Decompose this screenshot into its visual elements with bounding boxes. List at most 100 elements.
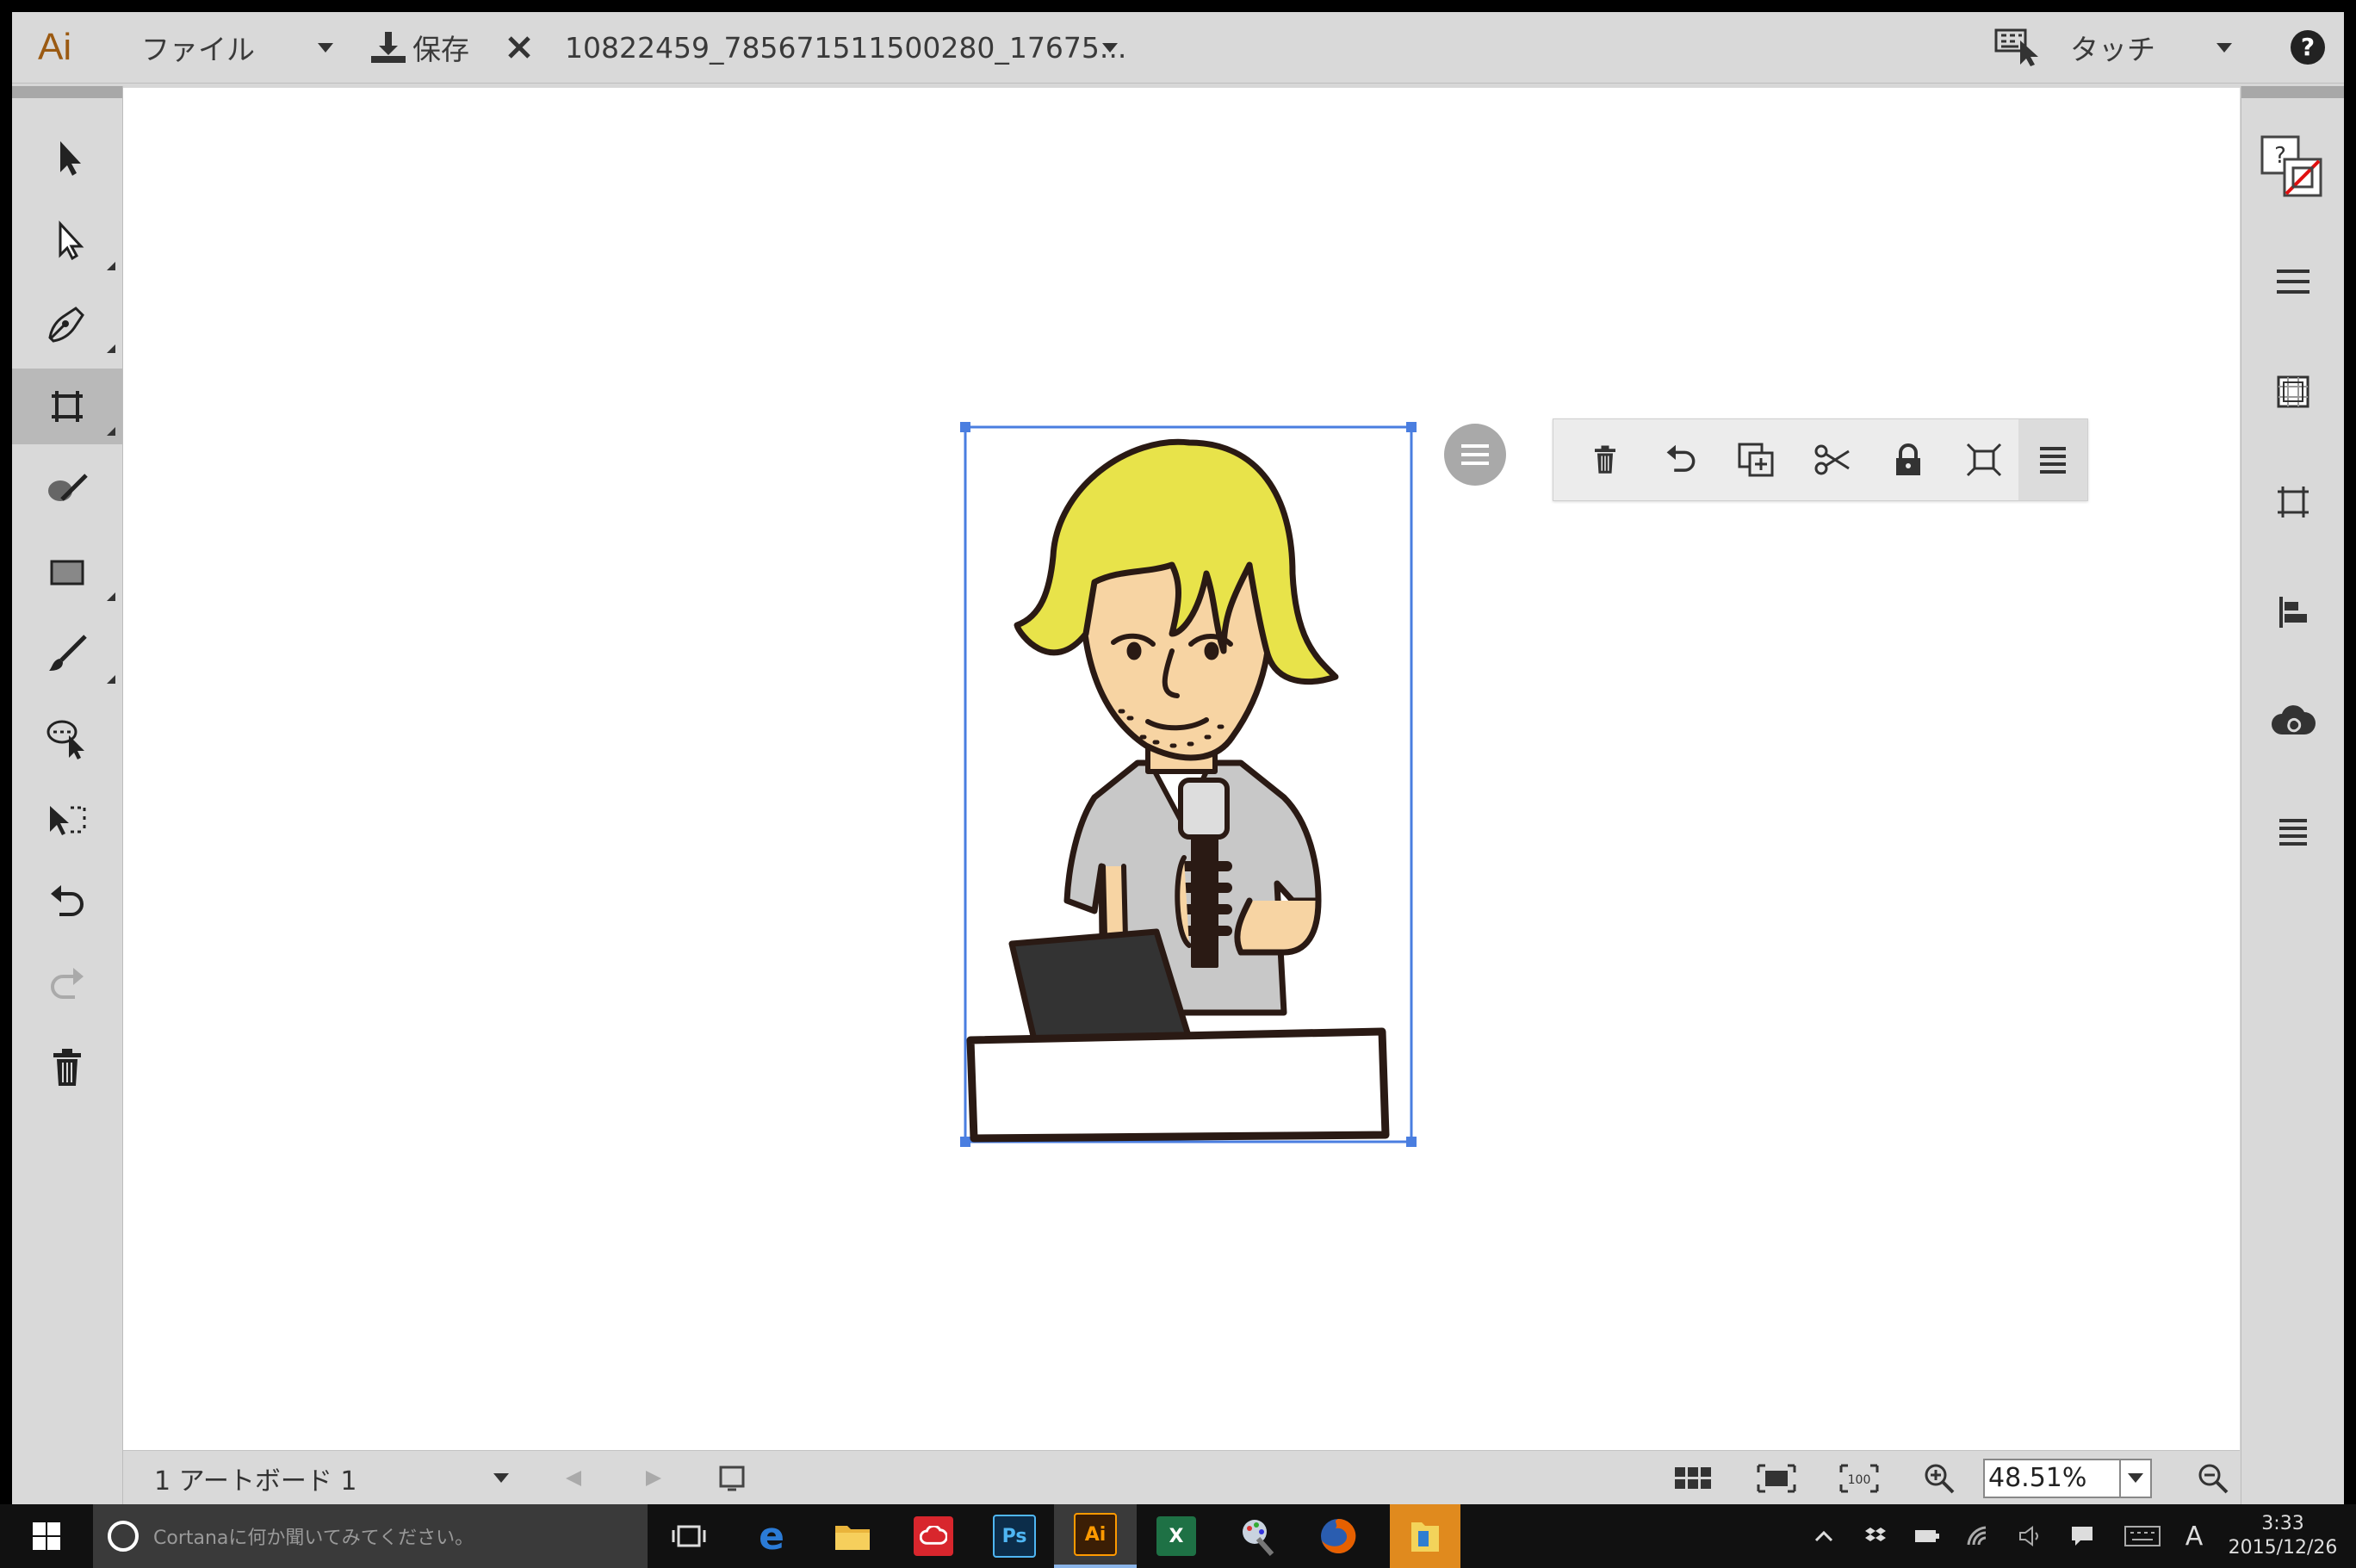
pen-tool[interactable]	[12, 286, 122, 362]
artboard-dropdown[interactable]	[493, 1451, 509, 1504]
chevron-down-icon	[318, 42, 333, 53]
tray-notifications-icon[interactable]	[2065, 1504, 2099, 1568]
menu-icon	[1461, 444, 1489, 465]
help-button[interactable]: ?	[2290, 12, 2326, 83]
context-fit-button[interactable]	[1950, 419, 2018, 500]
context-toolbar	[1553, 418, 2088, 501]
tray-overflow-button[interactable]	[1807, 1504, 1841, 1568]
layers-panel[interactable]	[2241, 785, 2344, 880]
illustrator-app-active[interactable]: Ai	[1054, 1504, 1137, 1568]
keyboard-icon	[2124, 1526, 2161, 1546]
artboard-icon	[52, 391, 83, 422]
chevron-down-icon	[1102, 42, 1118, 53]
grid-view-button[interactable]	[1673, 1451, 1713, 1504]
ime-indicator[interactable]: A	[2179, 1504, 2210, 1568]
delete-tool[interactable]	[12, 1030, 122, 1106]
document-dropdown[interactable]	[1102, 12, 1118, 83]
artboard-label: 1 アートボード 1	[154, 1466, 357, 1497]
chevron-up-icon	[1814, 1530, 1833, 1542]
touch-workspace-icon[interactable]	[1994, 12, 2043, 83]
artboard-selector[interactable]: 1 アートボード 1	[154, 1451, 356, 1504]
tray-wifi-icon[interactable]	[1962, 1504, 1996, 1568]
add-artboard-button[interactable]	[717, 1451, 747, 1504]
creative-cloud-app[interactable]	[908, 1504, 959, 1568]
zoom-field[interactable]: 48.51%	[1983, 1451, 2152, 1504]
arrow-hollow-icon	[59, 220, 84, 261]
stroke-panel[interactable]	[2241, 234, 2344, 329]
tray-keyboard-icon[interactable]	[2117, 1504, 2168, 1568]
workspace-dropdown[interactable]	[2216, 12, 2232, 83]
submenu-indicator	[107, 262, 115, 270]
tray-battery-icon[interactable]	[1910, 1504, 1944, 1568]
context-menu-toggle[interactable]	[1444, 424, 1506, 486]
context-cut-button[interactable]	[1798, 419, 1867, 500]
fill-stroke-swatch[interactable]: ?	[2241, 121, 2344, 215]
previous-artboard-button[interactable]	[562, 1451, 583, 1504]
context-delete-button[interactable]	[1571, 419, 1640, 500]
selection-tool[interactable]	[12, 121, 122, 196]
transparency-panel[interactable]	[2241, 344, 2344, 439]
artboard-tool[interactable]	[12, 369, 122, 444]
dropbox-icon	[1865, 1528, 1886, 1541]
cut-icon	[1814, 444, 1850, 475]
cortana-search-box[interactable]: Cortanaに何か聞いてみてください。	[93, 1504, 648, 1568]
actual-size-button[interactable]: 100	[1839, 1451, 1879, 1504]
ime-label: A	[2185, 1521, 2204, 1552]
toolbar-grip	[12, 86, 122, 98]
transform-tool[interactable]	[12, 782, 122, 858]
fit-artboard-button[interactable]	[1757, 1451, 1796, 1504]
artboard-panel[interactable]	[2241, 455, 2344, 549]
file-menu-dropdown[interactable]	[318, 12, 333, 83]
excel-app[interactable]: X	[1150, 1504, 1202, 1568]
context-duplicate-button[interactable]	[1722, 419, 1791, 500]
clock[interactable]: 3:33 2015/12/26	[2218, 1504, 2347, 1568]
artboard-add-icon	[719, 1466, 745, 1491]
brush-icon	[49, 635, 87, 671]
explorer-app-active[interactable]	[1390, 1504, 1460, 1568]
context-lock-button[interactable]	[1874, 419, 1943, 500]
zoom-in-button[interactable]	[1923, 1451, 1956, 1504]
fit-icon	[1966, 443, 2002, 477]
cortana-circle-icon	[108, 1521, 139, 1552]
tray-volume-icon[interactable]	[2013, 1504, 2048, 1568]
save-button[interactable]: 保存	[369, 12, 469, 83]
app-logo-text: Ai	[38, 26, 72, 68]
firefox-app[interactable]	[1312, 1504, 1364, 1568]
rectangle-tool[interactable]	[12, 534, 122, 610]
next-artboard-button[interactable]	[644, 1451, 665, 1504]
zoom-out-button[interactable]	[2197, 1451, 2229, 1504]
canvas[interactable]	[123, 88, 2240, 1450]
arrow-filled-icon	[60, 141, 81, 176]
tray-dropbox-icon[interactable]	[1858, 1504, 1893, 1568]
creative-cloud-icon	[914, 1516, 953, 1556]
close-document-button[interactable]	[506, 12, 532, 83]
undo-tool[interactable]	[12, 865, 122, 940]
redo-tool[interactable]	[12, 947, 122, 1023]
zoom-dropdown[interactable]	[2121, 1458, 2152, 1498]
artboard[interactable]	[957, 418, 1422, 1150]
clock-date: 2015/12/26	[2228, 1537, 2338, 1559]
left-toolbar	[12, 86, 123, 1504]
context-undo-button[interactable]	[1646, 419, 1715, 500]
align-panel[interactable]	[2241, 565, 2344, 660]
zoom-select-tool[interactable]	[12, 699, 122, 775]
edge-app[interactable]: e	[746, 1504, 797, 1568]
presenter-illustration[interactable]	[966, 438, 1390, 1143]
task-view-button[interactable]	[663, 1504, 715, 1568]
paint-app[interactable]	[1231, 1504, 1283, 1568]
submenu-indicator	[107, 344, 115, 353]
photoshop-app[interactable]: Ps	[989, 1504, 1040, 1568]
zoom-in-icon	[1925, 1464, 1955, 1493]
shaper-tool[interactable]	[12, 451, 122, 527]
file-menu-button[interactable]: ファイル	[141, 12, 255, 83]
brush-tool[interactable]	[12, 617, 122, 692]
workspace-switcher[interactable]: タッチ	[2070, 12, 2155, 83]
file-explorer-app[interactable]	[827, 1504, 878, 1568]
direct-selection-tool[interactable]	[12, 203, 122, 279]
document-title[interactable]: 10822459_785671511500280_17675...	[565, 12, 1126, 83]
chevron-down-icon	[493, 1473, 509, 1483]
context-menu-button[interactable]	[2018, 419, 2087, 500]
libraries-panel[interactable]	[2241, 675, 2344, 770]
grid-icon	[1675, 1466, 1711, 1489]
start-button[interactable]	[0, 1504, 93, 1568]
